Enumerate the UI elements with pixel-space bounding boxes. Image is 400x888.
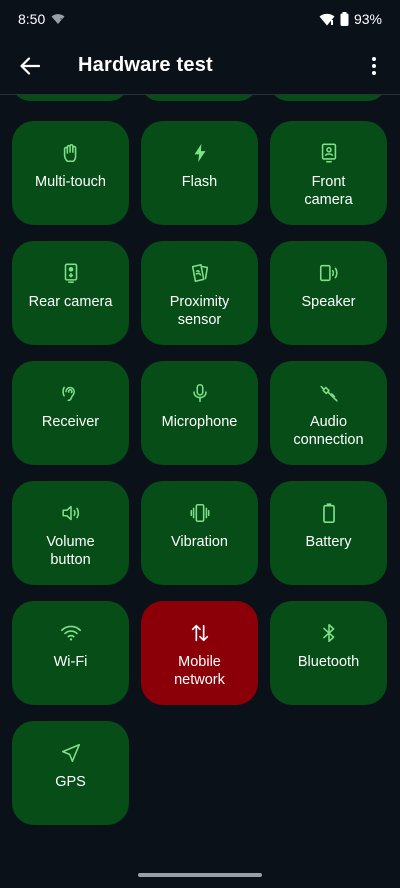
status-time: 8:50	[18, 11, 46, 27]
tile-label: Audio connection	[293, 414, 364, 448]
tile-audio-connection[interactable]: Audio connection	[270, 361, 387, 465]
mobile-data-icon	[188, 621, 212, 645]
gps-icon	[59, 741, 83, 765]
wifi-signal-icon	[319, 13, 335, 26]
tile-label: Microphone	[161, 414, 238, 430]
status-bar: 8:50 ? 93%	[0, 0, 400, 38]
tile-battery[interactable]: Battery	[270, 481, 387, 585]
tile-label: Flash	[181, 174, 218, 190]
tile-vibration[interactable]: Vibration	[141, 481, 258, 585]
rear-camera-icon	[59, 261, 83, 285]
tile-label: Proximity sensor	[169, 294, 230, 328]
tile-receiver[interactable]: Receiver	[12, 361, 129, 465]
tile-label: Front camera	[304, 174, 353, 208]
touch-icon	[59, 141, 83, 165]
tile-bluetooth[interactable]: Bluetooth	[270, 601, 387, 705]
wifi-icon	[59, 621, 83, 645]
back-button[interactable]	[14, 50, 46, 82]
tile-gps[interactable]: GPS	[12, 721, 129, 825]
tile-label: Vibration	[171, 534, 228, 550]
arrow-back-icon	[20, 57, 40, 75]
speaker-icon	[317, 261, 341, 285]
flash-icon	[188, 141, 212, 165]
proximity-icon	[188, 261, 212, 285]
tile-microphone[interactable]: Microphone	[141, 361, 258, 465]
more-vert-icon	[372, 57, 376, 75]
vibration-icon	[188, 501, 212, 525]
tile-speaker[interactable]: Speaker	[270, 241, 387, 345]
battery-icon	[317, 501, 341, 525]
test-grid: Multi-touch Flash Front camera Rear came…	[12, 121, 387, 825]
tile-volume-button[interactable]: Volume button	[12, 481, 129, 585]
tile-label: Volume button	[46, 534, 95, 568]
tile-flash[interactable]: Flash	[141, 121, 258, 225]
gesture-nav-handle[interactable]	[138, 873, 262, 877]
battery-percent: 93%	[353, 11, 382, 27]
partial-tile[interactable]	[141, 95, 257, 101]
front-camera-icon	[317, 141, 341, 165]
receiver-icon	[59, 381, 83, 405]
tile-label: Bluetooth	[297, 654, 360, 670]
audio-connection-icon	[317, 381, 341, 405]
battery-status-icon	[340, 12, 349, 26]
microphone-icon	[188, 381, 212, 405]
page-title: Hardware test	[78, 54, 213, 76]
partial-tile[interactable]	[270, 95, 386, 101]
tile-label: GPS	[55, 774, 86, 790]
tile-proximity-sensor[interactable]: Proximity sensor	[141, 241, 258, 345]
tile-label: Rear camera	[28, 294, 113, 310]
tile-label: Speaker	[301, 294, 356, 310]
more-options-button[interactable]	[360, 50, 388, 82]
tile-label: Battery	[305, 534, 352, 550]
tile-label: Wi-Fi	[53, 654, 88, 670]
tile-label: Receiver	[41, 414, 100, 430]
app-bar: Hardware test	[0, 38, 400, 94]
bluetooth-icon	[317, 621, 341, 645]
wifi-question-icon: ?	[51, 13, 65, 25]
tile-label: Multi-touch	[35, 174, 106, 190]
partial-tile[interactable]	[12, 95, 128, 101]
partial-tile-row	[0, 95, 400, 101]
svg-text:?: ?	[60, 18, 63, 25]
test-grid-scroll[interactable]: Multi-touch Flash Front camera Rear came…	[0, 94, 400, 874]
tile-front-camera[interactable]: Front camera	[270, 121, 387, 225]
tile-multi-touch[interactable]: Multi-touch	[12, 121, 129, 225]
tile-mobile-network[interactable]: Mobile network	[141, 601, 258, 705]
volume-icon	[59, 501, 83, 525]
tile-wi-fi[interactable]: Wi-Fi	[12, 601, 129, 705]
tile-rear-camera[interactable]: Rear camera	[12, 241, 129, 345]
tile-label: Mobile network	[174, 654, 225, 688]
